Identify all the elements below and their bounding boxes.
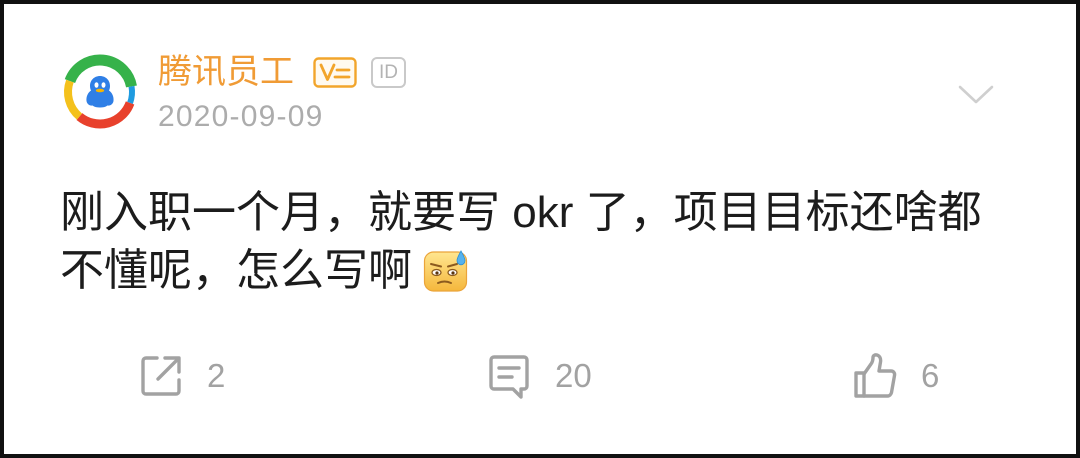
share-count: 2 [207, 357, 226, 394]
like-icon[interactable] [851, 352, 899, 400]
chevron-down-icon[interactable] [957, 83, 995, 107]
sweat-emoji-icon [423, 249, 469, 293]
post-text-line-2: 不懂呢，怎么写啊 [60, 242, 469, 300]
post-date: 2020-09-09 [158, 100, 324, 133]
share-button[interactable]: 2 [137, 348, 225, 404]
avatar[interactable] [60, 52, 140, 132]
sweat-emoji-graphic [423, 250, 468, 292]
tencent-logo-icon[interactable] [60, 52, 140, 132]
post-text-line-2-text: 不懂呢，怎么写啊 [60, 246, 412, 295]
verified-v-icon [313, 57, 357, 88]
comment-icon[interactable] [485, 352, 533, 400]
post-menu-button[interactable] [957, 83, 995, 107]
share-icon[interactable] [137, 352, 185, 400]
like-count: 6 [921, 357, 940, 394]
post-text-line-1: 刚入职一个月，就要写 okr 了，项目目标还啥都 [60, 188, 982, 237]
id-badge: ID [371, 57, 406, 88]
verified-badge [313, 57, 357, 88]
like-button[interactable]: 6 [851, 348, 939, 404]
comment-button[interactable]: 20 [485, 348, 592, 404]
comment-count: 20 [555, 357, 592, 394]
author-name[interactable]: 腾讯员工 [158, 52, 294, 92]
